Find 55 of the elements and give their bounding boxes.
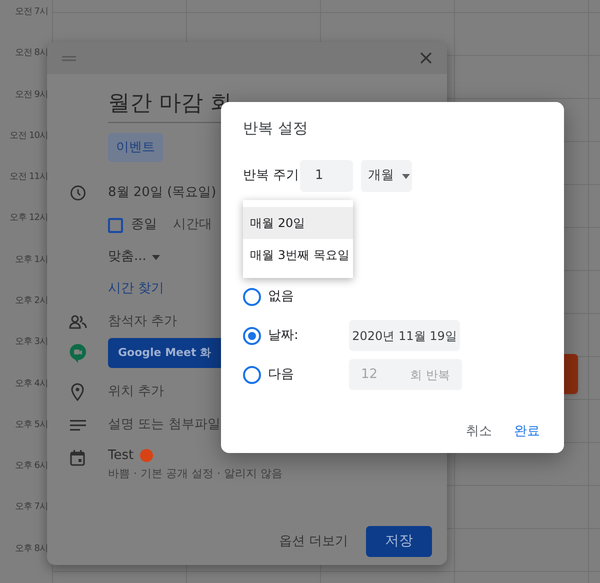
- hour-label: 오전 11시: [10, 171, 48, 184]
- hour-label: 오후 1시: [14, 254, 48, 267]
- drag-handle-icon[interactable]: [62, 56, 76, 60]
- menu-item[interactable]: 매월 3번째 목요일: [243, 239, 353, 271]
- close-icon[interactable]: [420, 52, 432, 64]
- location-pin-icon: [71, 383, 84, 401]
- calendar-icon: [70, 450, 85, 466]
- menu-item[interactable]: 매월 20일: [243, 207, 353, 239]
- radio-button[interactable]: [243, 326, 261, 344]
- hour-label: 오후 3시: [14, 336, 48, 350]
- unit-dropdown[interactable]: 개월: [361, 160, 412, 192]
- clock-icon: [68, 184, 86, 202]
- dialog-title: 반복 설정: [243, 118, 309, 139]
- hour-label: 오후 6시: [14, 460, 48, 474]
- timezone-link[interactable]: 시간대: [173, 215, 212, 235]
- radio-button[interactable]: [243, 366, 261, 384]
- radio-button[interactable]: [243, 288, 261, 306]
- video-chat-icon: [68, 343, 86, 363]
- hour-label: 오후 2시: [14, 294, 48, 308]
- end-date-field[interactable]: 2020년 11월 19일: [349, 320, 460, 351]
- description-field[interactable]: 설명 또는 첨부파일: [108, 415, 220, 435]
- hour-label: 오후 8시: [14, 542, 48, 556]
- add-guests-field[interactable]: 참석자 추가: [108, 312, 178, 332]
- text-lines-icon: [70, 420, 86, 430]
- occurrence-suffix: 회 반복: [410, 366, 450, 384]
- end-option-label[interactable]: 다음: [268, 364, 349, 384]
- done-button[interactable]: 완료: [514, 422, 540, 441]
- more-options-button[interactable]: 옵션 더보기: [276, 532, 350, 552]
- hour-label: 오후 12시: [10, 212, 48, 226]
- people-icon: [68, 315, 86, 329]
- caret-icon: [152, 254, 160, 260]
- hour-label: 오전 10시: [10, 130, 48, 143]
- hour-label: 오후 4시: [14, 378, 48, 391]
- hour-label: 오후 7시: [14, 501, 48, 514]
- all-day-label: 종일: [131, 216, 157, 234]
- add-location-field[interactable]: 위치 추가: [108, 382, 164, 402]
- end-option-label[interactable]: 날짜:: [268, 326, 349, 346]
- hour-label: 오전 8시: [14, 47, 48, 60]
- hour-label: 오후 5시: [14, 418, 48, 432]
- end-option-label[interactable]: 없음: [268, 286, 349, 306]
- event-tab[interactable]: 이벤트: [108, 133, 163, 162]
- find-time-link[interactable]: 시간 찾기: [108, 279, 164, 299]
- caret-icon: [402, 174, 410, 178]
- cancel-button[interactable]: 취소: [466, 422, 492, 441]
- occurrence-count: 12: [361, 366, 378, 384]
- repeat-dropdown[interactable]: 맞춤...: [108, 247, 160, 267]
- all-day-checkbox[interactable]: [108, 218, 123, 232]
- calendar-details: 바쁨 · 기본 공개 설정 · 알리지 않음: [108, 466, 282, 482]
- hour-label: 오전 7시: [14, 6, 48, 19]
- save-button[interactable]: 저장: [366, 526, 432, 557]
- event-date[interactable]: 8월 20일 (목요일): [108, 183, 216, 203]
- calendar-name[interactable]: Test: [108, 446, 134, 466]
- interval-field[interactable]: 1: [300, 160, 353, 192]
- interval-label: 반복 주기: [243, 167, 300, 186]
- hour-label: 오전 9시: [14, 88, 48, 102]
